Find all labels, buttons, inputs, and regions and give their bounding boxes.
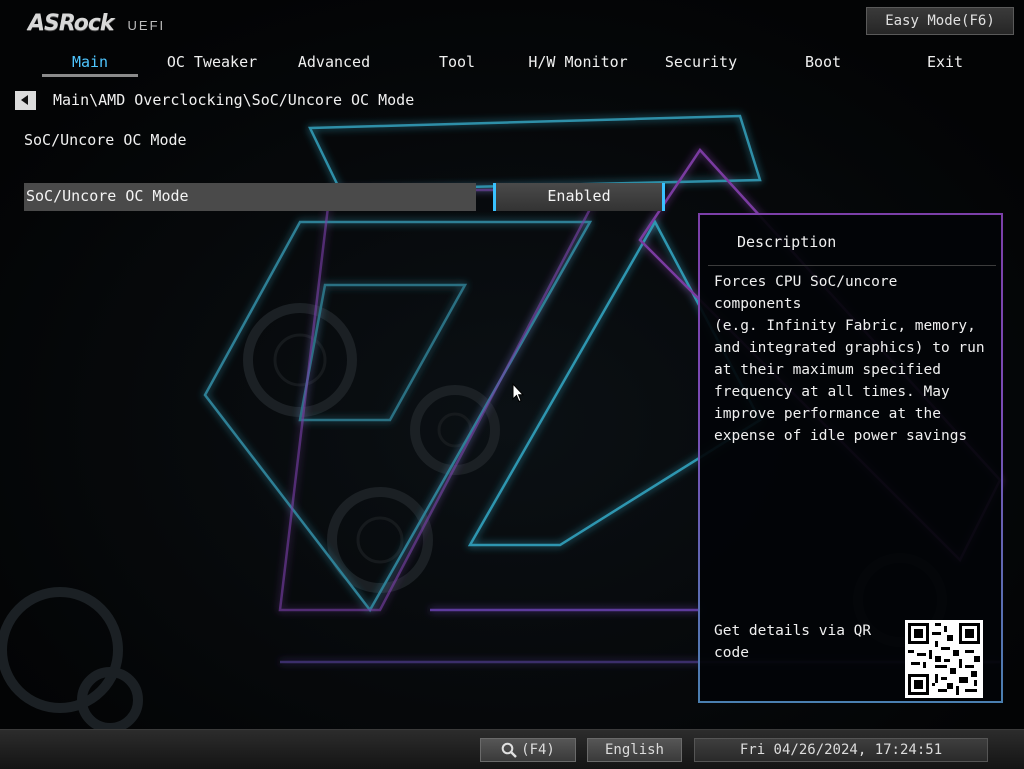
qr-caption: Get details via QR code — [714, 623, 872, 661]
tab-exit[interactable]: Exit — [920, 50, 970, 78]
asrock-logo: ASRock UEFI — [28, 10, 165, 36]
tab-boot[interactable]: Boot — [795, 50, 851, 78]
breadcrumb: Main\AMD Overclocking\SoC/Uncore OC Mode — [53, 91, 415, 109]
main-tab-bar: Main OC Tweaker Advanced Tool H/W Monito… — [0, 50, 1024, 80]
back-button[interactable] — [15, 91, 36, 110]
mouse-pointer-icon — [512, 382, 525, 407]
easy-mode-button[interactable]: Easy Mode(F6) — [866, 7, 1014, 35]
search-button[interactable]: (F4) — [480, 738, 576, 762]
active-tab-indicator — [42, 74, 138, 77]
datetime-display: Fri 04/26/2024, 17:24:51 — [694, 738, 988, 762]
setting-soc-uncore-oc-mode-label[interactable]: SoC/Uncore OC Mode — [24, 183, 476, 211]
description-text: Forces CPU SoC/uncore components (e.g. I… — [714, 274, 985, 444]
search-shortcut: (F4) — [521, 742, 555, 758]
bottom-status-bar: (F4) English Fri 04/26/2024, 17:24:51 — [0, 729, 1024, 769]
language-button[interactable]: English — [587, 738, 682, 762]
page-title: SoC/Uncore OC Mode — [24, 131, 187, 149]
description-panel: Description Forces CPU SoC/uncore compon… — [698, 213, 1003, 703]
setting-soc-uncore-oc-mode-value[interactable]: Enabled — [493, 183, 665, 211]
chevron-left-icon — [21, 95, 28, 105]
tab-hw-monitor[interactable]: H/W Monitor — [528, 50, 628, 78]
description-title: Description — [737, 233, 837, 251]
qr-code — [905, 620, 983, 698]
tab-advanced[interactable]: Advanced — [288, 50, 380, 78]
logo-subtitle: UEFI — [127, 18, 166, 33]
description-divider — [708, 265, 996, 266]
tab-oc-tweaker[interactable]: OC Tweaker — [162, 50, 262, 78]
search-icon — [501, 742, 517, 758]
logo-text: ASRock — [28, 11, 115, 36]
tab-security[interactable]: Security — [660, 50, 742, 78]
tab-tool[interactable]: Tool — [426, 50, 488, 78]
